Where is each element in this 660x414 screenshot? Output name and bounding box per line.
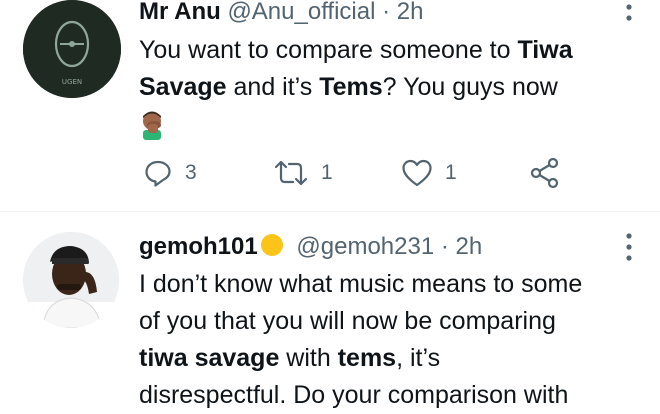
- user-handle[interactable]: @gemoh231: [296, 233, 434, 260]
- like-icon: [402, 159, 432, 187]
- like-button[interactable]: 1: [401, 153, 457, 193]
- avatar-logo-icon: UGEN: [23, 0, 121, 98]
- text-segment: with: [279, 344, 338, 372]
- timestamp[interactable]: 2h: [456, 233, 483, 260]
- retweet-icon: [274, 160, 308, 186]
- yellow-circle-emoji-icon: [260, 234, 283, 256]
- svg-text:UGEN: UGEN: [62, 78, 82, 86]
- share-button[interactable]: [529, 153, 561, 193]
- text-bold: Tiwa: [517, 36, 573, 64]
- man-facepalming-emoji-icon: [143, 111, 161, 141]
- text-bold: tems: [337, 344, 397, 372]
- text-segment: You want to compare someone to: [139, 36, 518, 64]
- tweet-card[interactable]: UGEN Mr Anu @Anu_official · 2h You want …: [0, 0, 660, 211]
- timestamp[interactable]: 2h: [397, 0, 424, 25]
- text-segment: , it’s: [396, 344, 441, 372]
- tweet-header: gemoh101 @gemoh231 · 2h: [139, 233, 482, 260]
- text-bold: Savage: [139, 73, 227, 101]
- separator: ·: [382, 0, 391, 25]
- text-segment: ? You guys now: [382, 73, 558, 101]
- tweet-text-line: You want to compare someone to Tiwa: [139, 32, 649, 69]
- reply-icon: [145, 160, 171, 187]
- reply-count: 3: [185, 161, 197, 184]
- text-segment: and it’s: [226, 73, 320, 101]
- display-name[interactable]: gemoh101: [139, 233, 258, 260]
- retweet-count: 1: [321, 161, 333, 184]
- tweet-actions: 3 1 1: [139, 153, 579, 193]
- tweet-text: You want to compare someone to Tiwa Sava…: [139, 32, 649, 143]
- tweet-card[interactable]: gemoh101 @gemoh231 · 2h I don’t know wha…: [0, 212, 660, 409]
- more-icon[interactable]: [626, 232, 632, 262]
- tweet-text-line: disrespectful. Do your comparison with: [139, 381, 569, 409]
- tweet-text-line: Savage and it’s Tems? You guys now: [139, 69, 649, 106]
- avatar[interactable]: UGEN: [23, 0, 121, 98]
- text-bold: Tems: [319, 73, 383, 101]
- retweet-button[interactable]: 1: [273, 153, 333, 193]
- user-handle[interactable]: @Anu_official: [227, 0, 375, 25]
- share-icon: [530, 157, 559, 189]
- tweet-text-line: tiwa savage with tems, it’s: [139, 340, 649, 377]
- like-count: 1: [445, 161, 457, 184]
- separator: ·: [440, 233, 449, 260]
- tweet-text-line: of you that you will now be comparing: [139, 307, 556, 335]
- avatar-photo-icon: [23, 232, 119, 328]
- text-bold: tiwa savage: [139, 344, 280, 372]
- avatar[interactable]: [23, 232, 119, 328]
- tweet-text-line: [139, 106, 649, 143]
- tweet-text: I don’t know what music means to some of…: [139, 266, 649, 414]
- reply-button[interactable]: 3: [143, 153, 197, 193]
- tweet-header: Mr Anu @Anu_official · 2h: [139, 0, 424, 25]
- display-name[interactable]: Mr Anu: [139, 0, 221, 25]
- more-icon[interactable]: [626, 0, 632, 22]
- tweet-text-line: I don’t know what music means to some: [139, 270, 583, 298]
